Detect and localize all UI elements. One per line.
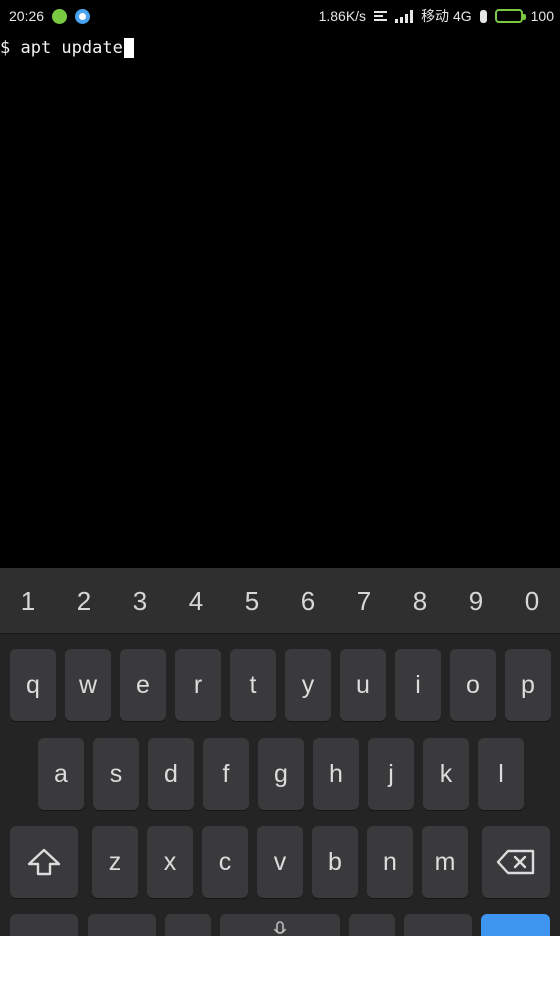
key-e[interactable]: e xyxy=(120,649,166,721)
status-bar-left: 20:26 xyxy=(9,8,91,24)
command-line[interactable]: $ apt update xyxy=(0,36,134,60)
shift-key[interactable] xyxy=(10,826,78,898)
key-c[interactable]: c xyxy=(202,826,248,898)
status-bar-right: 1.86K/s 移动 4G 100 xyxy=(319,6,554,26)
status-bar: 20:26 1.86K/s 移动 4G 100 xyxy=(0,0,560,32)
number-key-7[interactable]: 7 xyxy=(336,568,392,634)
key-m[interactable]: m xyxy=(422,826,468,898)
app-notification-blue-icon xyxy=(75,8,91,24)
key-b[interactable]: b xyxy=(312,826,358,898)
carrier-label: 移动 4G xyxy=(421,8,472,24)
network-speed: 1.86K/s xyxy=(318,8,367,24)
number-key-2[interactable]: 2 xyxy=(56,568,112,634)
key-q[interactable]: q xyxy=(10,649,56,721)
key-l[interactable]: l xyxy=(478,738,524,810)
key-n[interactable]: n xyxy=(367,826,413,898)
key-o[interactable]: o xyxy=(450,649,496,721)
key-v[interactable]: v xyxy=(257,826,303,898)
text-cursor xyxy=(123,38,134,58)
key-d[interactable]: d xyxy=(148,738,194,810)
number-key-4[interactable]: 4 xyxy=(168,568,224,634)
key-j[interactable]: j xyxy=(368,738,414,810)
key-t[interactable]: t xyxy=(230,649,276,721)
number-key-1[interactable]: 1 xyxy=(0,568,56,634)
number-key-0[interactable]: 0 xyxy=(504,568,560,634)
key-h[interactable]: h xyxy=(313,738,359,810)
backspace-icon xyxy=(496,849,535,875)
key-u[interactable]: u xyxy=(340,649,386,721)
key-w[interactable]: w xyxy=(65,649,111,721)
key-x[interactable]: x xyxy=(147,826,193,898)
number-key-3[interactable]: 3 xyxy=(112,568,168,634)
key-s[interactable]: s xyxy=(93,738,139,810)
key-p[interactable]: p xyxy=(505,649,551,721)
number-row: 1234567890 xyxy=(0,568,560,634)
number-key-5[interactable]: 5 xyxy=(224,568,280,634)
number-key-6[interactable]: 6 xyxy=(280,568,336,634)
bottom-blank-area xyxy=(0,936,560,996)
battery-icon xyxy=(494,9,526,23)
key-k[interactable]: k xyxy=(423,738,469,810)
charging-icon xyxy=(479,9,487,23)
key-f[interactable]: f xyxy=(203,738,249,810)
terminal-screen[interactable]: $ apt update xyxy=(0,32,560,568)
app-notification-green-icon xyxy=(52,8,68,24)
key-y[interactable]: y xyxy=(285,649,331,721)
clock: 20:26 xyxy=(9,8,45,24)
key-z[interactable]: z xyxy=(92,826,138,898)
key-i[interactable]: i xyxy=(395,649,441,721)
backspace-key[interactable] xyxy=(482,826,550,898)
signal-icon xyxy=(395,9,414,23)
key-r[interactable]: r xyxy=(175,649,221,721)
number-key-8[interactable]: 8 xyxy=(392,568,448,634)
data-saver-icon xyxy=(374,11,388,21)
battery-percentage: 100 xyxy=(530,8,554,24)
key-g[interactable]: g xyxy=(258,738,304,810)
number-key-9[interactable]: 9 xyxy=(448,568,504,634)
shift-icon xyxy=(27,848,61,876)
soft-keyboard: 1234567890 qwertyuiop asdfghjkl zxcvbnm xyxy=(0,568,560,954)
key-a[interactable]: a xyxy=(38,738,84,810)
command-text: $ apt update xyxy=(0,38,123,58)
